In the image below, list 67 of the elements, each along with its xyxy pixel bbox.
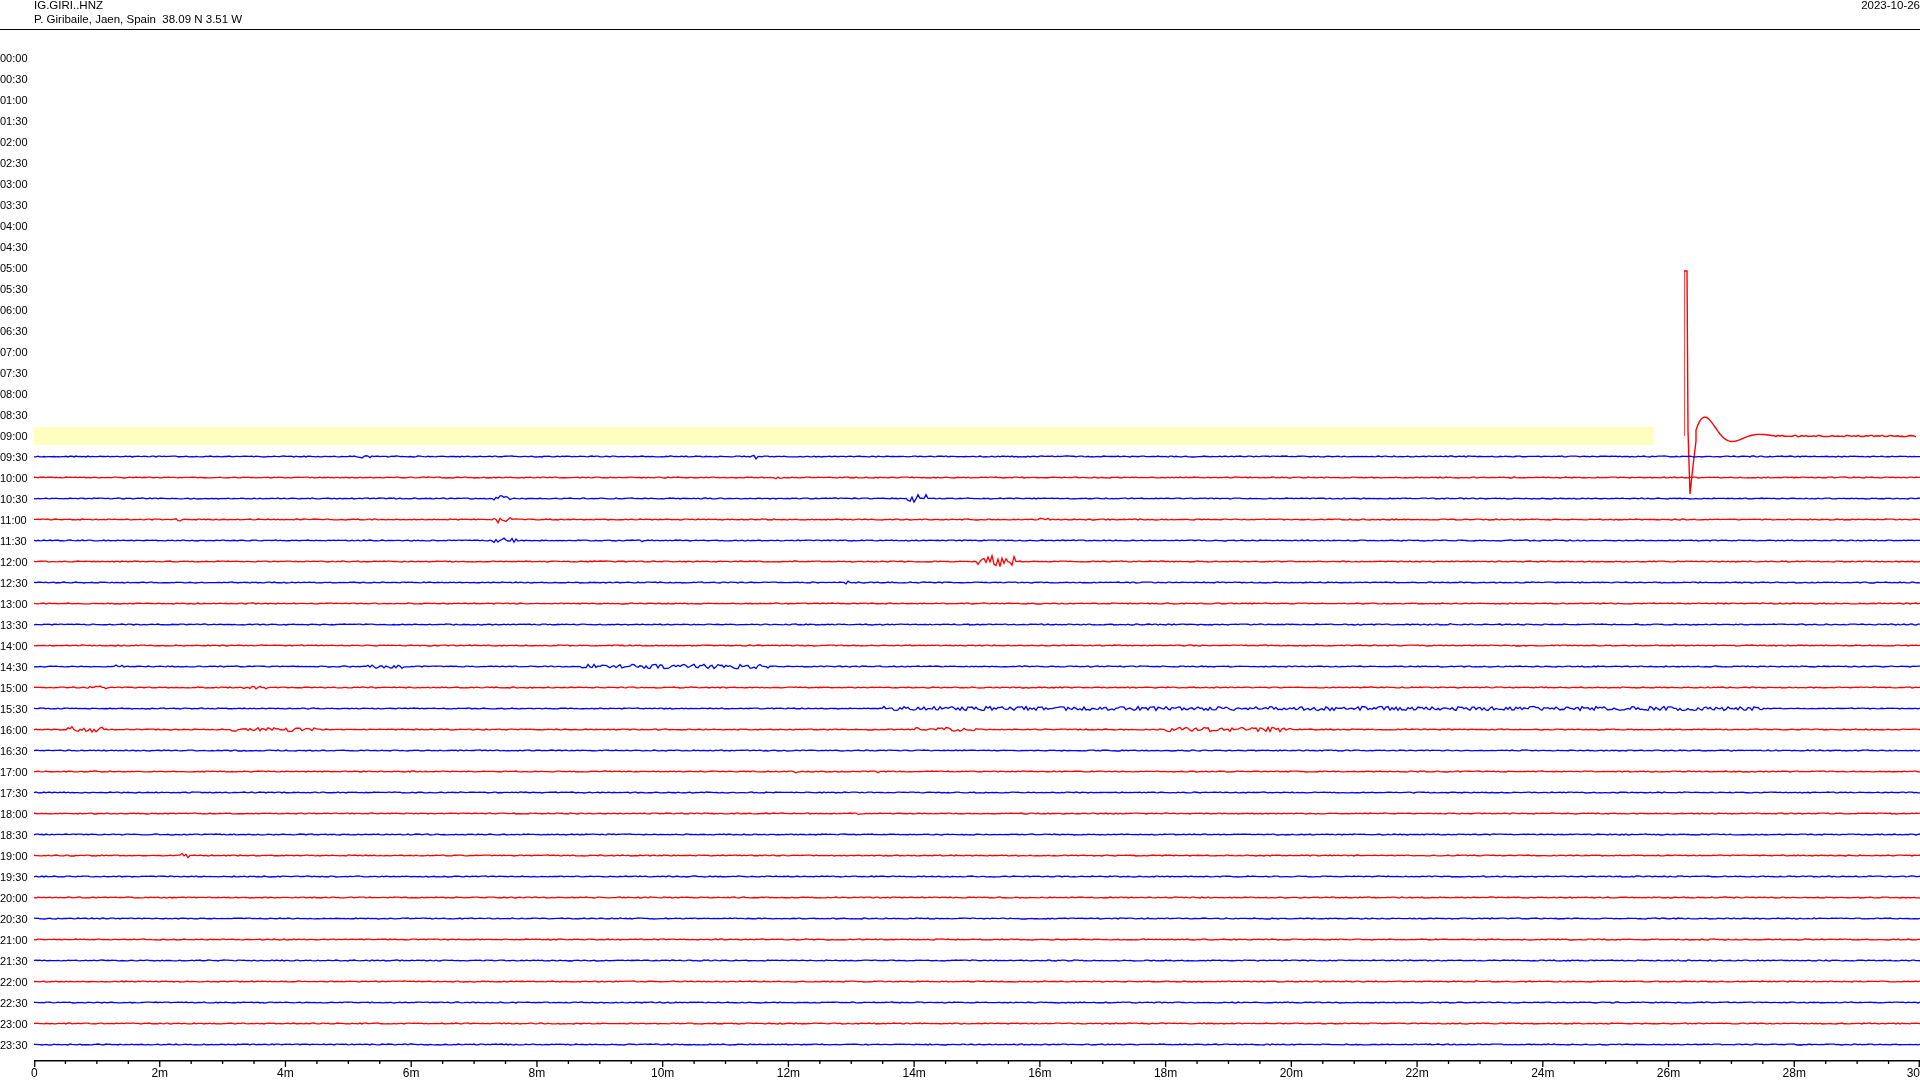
axis-label: 0 [31,1066,38,1080]
time-label: 16:00 [0,723,29,736]
time-label: 12:00 [0,555,29,568]
time-label: 19:30 [0,870,29,883]
time-label: 14:30 [0,660,29,673]
axis-label: 12m [776,1066,801,1080]
time-label: 18:00 [0,807,29,820]
axis-label: 8m [528,1066,546,1080]
time-label: 20:00 [0,891,29,904]
axis-label: 24m [1531,1066,1555,1080]
time-label: 21:00 [0,933,29,946]
time-label: 09:30 [0,450,29,463]
time-label: 19:00 [0,849,29,862]
time-label: 09:00 [0,429,29,442]
time-label: 21:30 [0,954,29,967]
axis-label: 22m [1405,1066,1429,1080]
time-label: 00:00 [0,51,29,64]
time-label: 20:30 [0,912,29,925]
time-label: 04:30 [0,240,29,253]
axis-label: 30 [1906,1066,1920,1080]
time-label: 08:00 [0,387,29,400]
time-label: 03:30 [0,198,29,211]
time-label: 00:30 [0,72,29,85]
time-label: 04:00 [0,219,29,232]
time-label: 08:30 [0,408,29,421]
axis-label: 6m [402,1066,420,1080]
time-label: 01:00 [0,93,29,106]
time-label: 10:00 [0,471,29,484]
time-label: 22:30 [0,996,29,1009]
time-label: 06:30 [0,324,29,337]
time-label: 06:00 [0,303,29,316]
time-label: 05:30 [0,282,29,295]
time-label: 23:30 [0,1038,29,1051]
time-label: 17:30 [0,786,29,799]
time-label: 07:00 [0,345,29,358]
time-label: 23:00 [0,1017,29,1030]
time-label: 02:00 [0,135,29,148]
axis-label: 2m [151,1066,169,1080]
station-location: P. Giribaile, Jaen, Spain 38.09 N 3.51 W [34,12,243,26]
time-label: 05:00 [0,261,29,274]
time-label: 17:00 [0,765,29,778]
time-label: 07:30 [0,366,29,379]
axis-label: 14m [902,1066,926,1080]
axis-label: 26m [1656,1066,1681,1080]
time-label: 11:30 [0,534,28,547]
time-label: 22:00 [0,975,29,988]
time-label: 15:00 [0,681,29,694]
time-label: 12:30 [0,576,29,589]
time-label: 11:00 [0,513,28,526]
time-label: 14:00 [0,639,29,652]
time-label: 03:00 [0,177,29,190]
axis-label: 18m [1153,1066,1178,1080]
time-label: 13:00 [0,597,29,610]
time-label: 18:30 [0,828,29,841]
axis-label: 20m [1279,1066,1303,1080]
axis-label: 16m [1028,1066,1052,1080]
time-label: 01:30 [0,114,29,127]
time-label: 02:30 [0,156,29,169]
time-label: 10:30 [0,492,29,505]
time-label: 15:30 [0,702,29,715]
time-label: 13:30 [0,618,29,631]
date-label: 2023-10-26 [1861,0,1920,13]
axis-label: 28m [1782,1066,1806,1080]
axis-label: 10m [651,1066,675,1080]
time-label: 16:30 [0,744,29,757]
axis-label: 4m [277,1066,294,1080]
station-code: IG.GIRI..HNZ [34,0,104,12]
